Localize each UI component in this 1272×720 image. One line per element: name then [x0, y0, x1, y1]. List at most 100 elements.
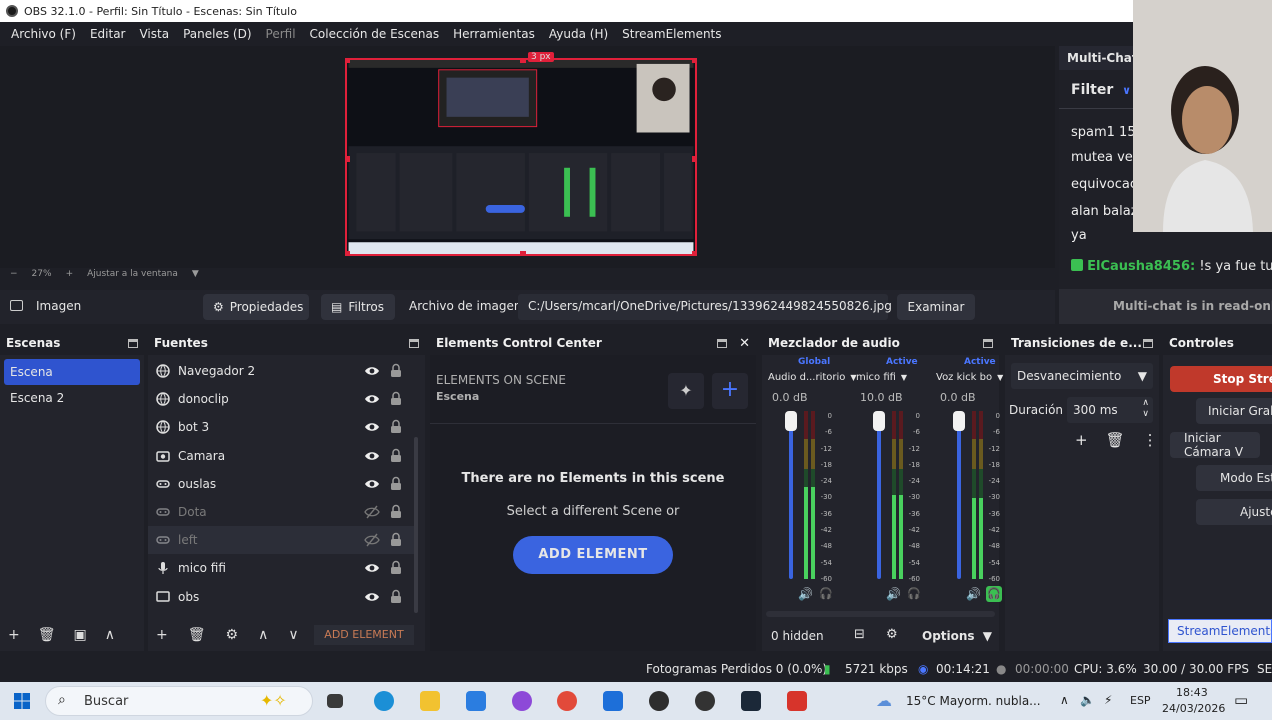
source-item[interactable]: bot 3 — [148, 413, 418, 441]
folder-icon[interactable] — [420, 691, 440, 711]
eye-hidden-icon[interactable] — [364, 505, 380, 519]
menu-item-7[interactable]: Ayuda (H) — [542, 27, 615, 41]
options-button[interactable]: Options ▼ — [922, 629, 992, 643]
headphones-icon[interactable]: 🎧 — [986, 586, 1002, 602]
source-item[interactable]: ouslas — [148, 470, 418, 498]
chevron-down-icon[interactable]: ▼ — [192, 269, 199, 279]
copilot-icon[interactable] — [512, 691, 532, 711]
menu-item-5[interactable]: Colección de Escenas — [303, 27, 447, 41]
control-button-4[interactable]: Ajuste — [1196, 499, 1272, 525]
properties-button[interactable]: ⚙ Propiedades — [203, 294, 309, 320]
menu-item-4[interactable]: Perfil — [259, 27, 303, 41]
zoom-in-button[interactable]: + — [66, 269, 74, 279]
trash-icon[interactable]: 🗑 — [1106, 431, 1125, 449]
app-icon[interactable] — [787, 691, 807, 711]
eye-icon[interactable] — [364, 561, 380, 575]
lock-icon[interactable] — [390, 419, 402, 434]
file-path-field[interactable]: C:/Users/mcarl/OneDrive/Pictures/1339624… — [518, 294, 892, 320]
undock-icon[interactable] — [1143, 338, 1153, 348]
tab-global[interactable]: Global — [798, 357, 830, 367]
clock-date[interactable]: 24/03/2026 — [1162, 702, 1225, 715]
source-item[interactable]: Navegador 2 — [148, 357, 418, 385]
menu-item-2[interactable]: Vista — [132, 27, 176, 41]
eye-hidden-icon[interactable] — [364, 533, 380, 547]
filters-button[interactable]: ▤ Filtros — [321, 294, 395, 320]
source-item[interactable]: mico fifi — [148, 554, 418, 582]
undock-icon[interactable] — [717, 338, 728, 348]
lock-icon[interactable] — [390, 589, 402, 604]
source-item[interactable]: obs — [148, 583, 418, 611]
scene-item[interactable]: Escena — [4, 359, 140, 385]
tab-active-2[interactable]: Active — [964, 357, 996, 367]
speaker-icon[interactable]: 🔊 — [886, 587, 901, 601]
zoom-out-button[interactable]: − — [10, 269, 18, 279]
clock-time[interactable]: 18:43 — [1176, 686, 1208, 699]
media-player-icon[interactable] — [695, 691, 715, 711]
chrome-icon[interactable] — [557, 691, 577, 711]
headphones-icon[interactable]: 🎧 — [906, 586, 922, 602]
speaker-icon[interactable]: 🔊 — [966, 587, 981, 601]
preview-canvas[interactable] — [345, 58, 697, 256]
magic-icon[interactable]: ✦ — [668, 373, 704, 409]
add-transition-button[interactable]: + — [1075, 431, 1088, 449]
resize-handle[interactable] — [520, 251, 526, 254]
source-item[interactable]: Camara — [148, 442, 418, 470]
resize-handle[interactable] — [520, 60, 526, 63]
source-item[interactable]: donoclip — [148, 385, 418, 413]
add-element-small-button[interactable]: ADD ELEMENT — [314, 625, 414, 645]
channel-name[interactable]: mico fifi ▼ — [856, 372, 907, 383]
lock-icon[interactable] — [390, 560, 402, 575]
volume-slider-handle[interactable] — [953, 411, 965, 431]
headphones-icon[interactable]: 🎧 — [818, 586, 834, 602]
chevron-down-icon[interactable]: ▼ — [901, 373, 907, 382]
control-button-1[interactable]: Iniciar Grab — [1196, 398, 1272, 424]
mixer-layout-icon[interactable]: ⊟ — [854, 627, 865, 642]
menu-item-0[interactable]: Archivo (F) — [4, 27, 83, 41]
gear-icon[interactable]: ⚙ — [226, 627, 239, 643]
obs-icon[interactable] — [649, 691, 669, 711]
speaker-icon[interactable]: 🔈 — [1080, 693, 1095, 707]
eye-icon[interactable] — [364, 449, 380, 463]
notification-icon[interactable]: ▭ — [1234, 691, 1248, 709]
resize-handle[interactable] — [692, 60, 695, 63]
mixer-scrollbar[interactable] — [766, 611, 995, 617]
eye-icon[interactable] — [364, 392, 380, 406]
mail-icon[interactable] — [603, 691, 623, 711]
add-scene-button[interactable]: + — [8, 627, 20, 643]
volume-slider-track[interactable] — [789, 411, 793, 579]
resize-handle[interactable] — [347, 60, 350, 63]
more-options-icon[interactable]: ⋮ — [1143, 431, 1158, 449]
store-icon[interactable] — [466, 691, 486, 711]
add-element-button[interactable]: ADD ELEMENT — [513, 536, 673, 574]
resize-handle[interactable] — [347, 156, 350, 162]
source-item[interactable]: left — [148, 526, 418, 555]
add-source-button[interactable]: + — [156, 627, 168, 643]
undock-icon[interactable] — [409, 338, 419, 348]
browse-button[interactable]: Examinar — [897, 294, 975, 320]
move-down-icon[interactable]: ∨ — [288, 627, 298, 643]
menu-item-3[interactable]: Paneles (D) — [176, 27, 258, 41]
eye-icon[interactable] — [364, 477, 380, 491]
lock-icon[interactable] — [390, 448, 402, 463]
weather-text[interactable]: 15°C Mayorm. nubla... — [906, 694, 1041, 708]
taskbar-search[interactable]: ⌕ Buscar ✦✧ — [45, 686, 313, 716]
volume-slider-handle[interactable] — [785, 411, 797, 431]
move-up-icon[interactable]: ∧ — [258, 627, 268, 643]
resize-handle[interactable] — [692, 251, 695, 254]
lock-icon[interactable] — [390, 504, 402, 519]
menu-item-6[interactable]: Herramientas — [446, 27, 542, 41]
control-button-0[interactable]: Stop Strea — [1170, 366, 1272, 392]
move-up-icon[interactable]: ∧ — [105, 627, 115, 643]
streamelements-button[interactable]: StreamElements — [1168, 619, 1272, 643]
lock-icon[interactable] — [390, 363, 402, 378]
undock-icon[interactable] — [983, 338, 993, 348]
tab-active-1[interactable]: Active — [886, 357, 918, 367]
duration-input[interactable]: 300 ms ∧ ∨ — [1067, 397, 1153, 423]
language-indicator[interactable]: ESP — [1130, 694, 1151, 707]
network-icon[interactable]: ⚡ — [1104, 693, 1112, 707]
undock-icon[interactable] — [128, 338, 138, 348]
lock-icon[interactable] — [390, 532, 402, 547]
volume-slider-handle[interactable] — [873, 411, 885, 431]
source-item[interactable]: Dota — [148, 498, 418, 526]
volume-slider-track[interactable] — [877, 411, 881, 579]
